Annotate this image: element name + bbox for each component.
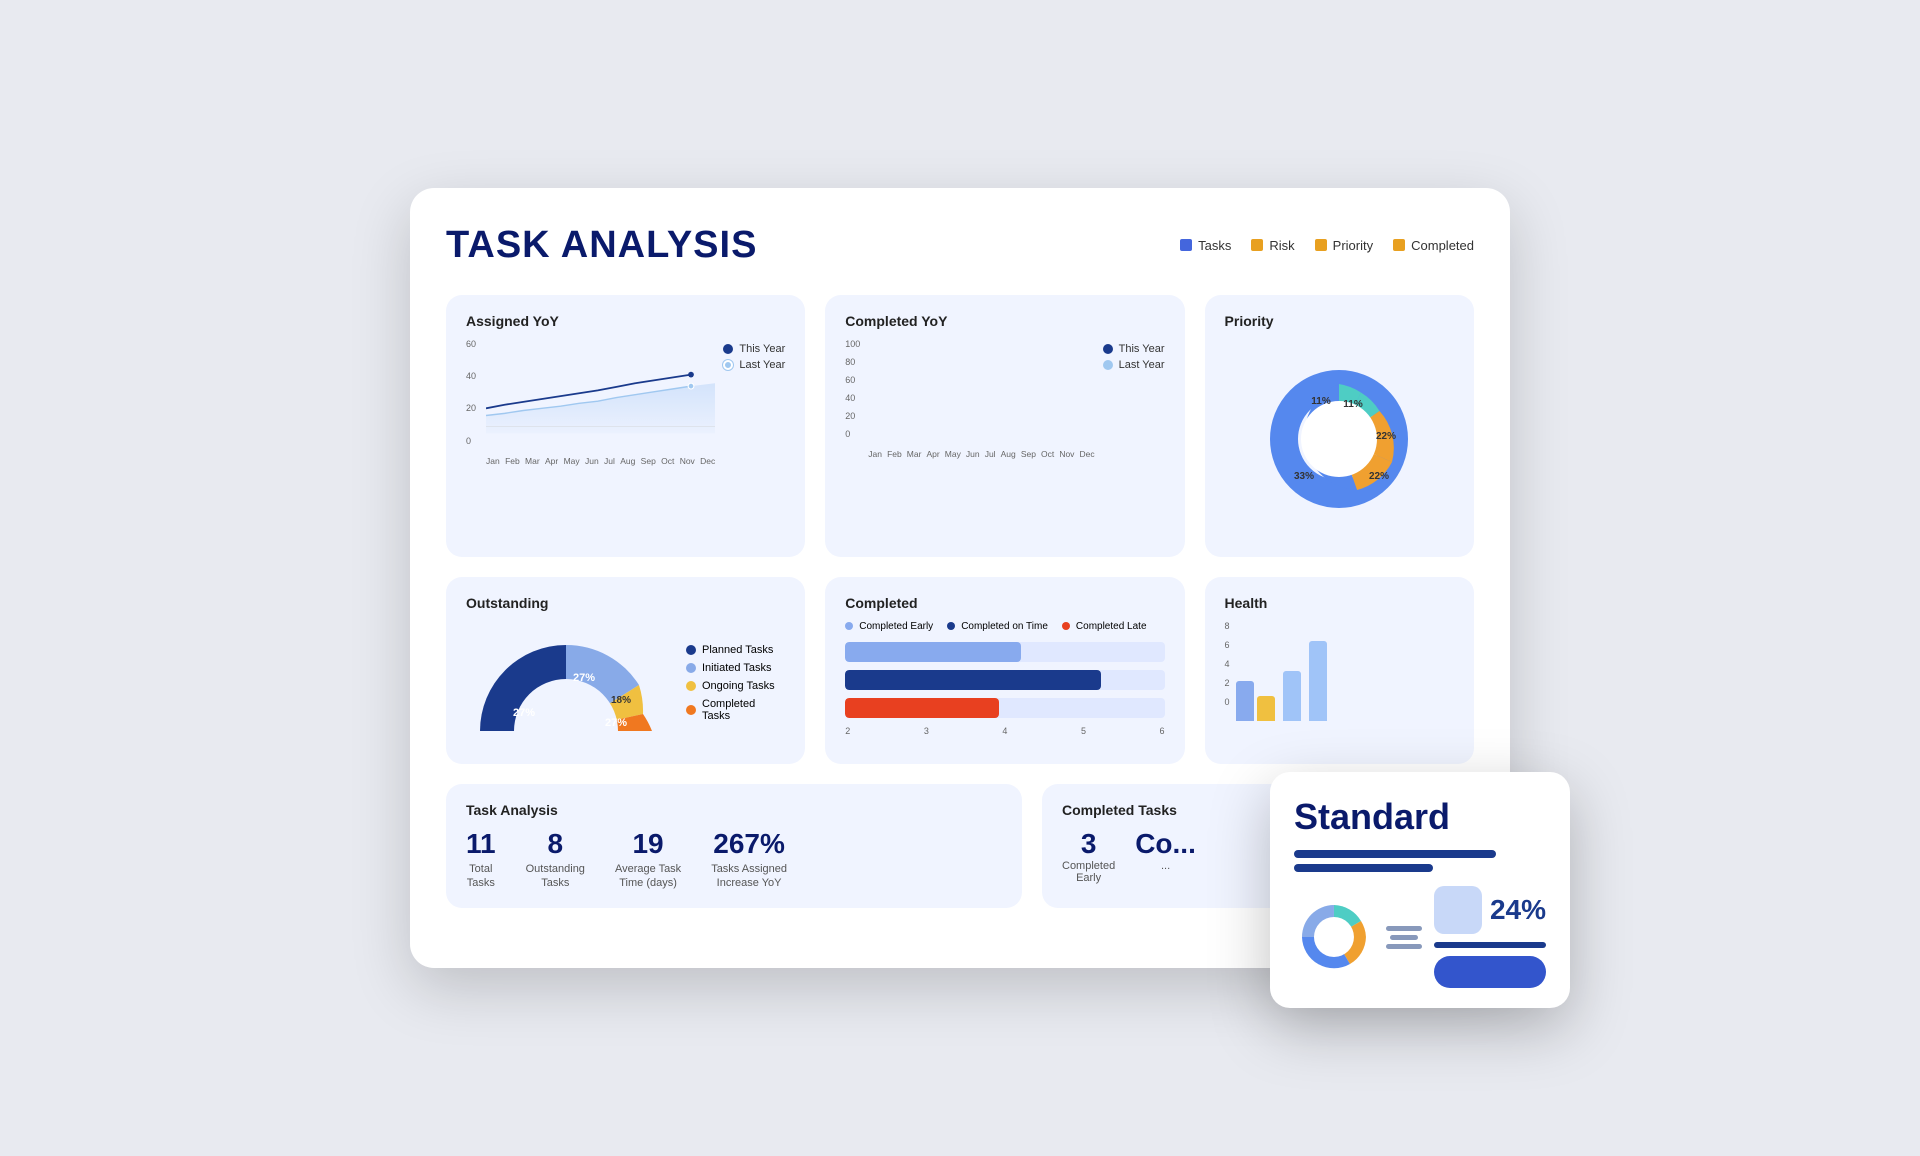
bar-row-2	[845, 670, 1164, 690]
bar-row-3	[845, 698, 1164, 718]
initiated-dot	[686, 663, 696, 673]
svg-text:27%: 27%	[605, 717, 627, 729]
bar-ontime	[845, 670, 1100, 690]
svg-text:27%: 27%	[573, 672, 595, 684]
assigned-legend: This Year Last Year	[723, 343, 785, 466]
completed-yoy-bars	[868, 339, 1094, 449]
completed-label: Completed	[1411, 238, 1474, 253]
outstanding-content: 27% 27% 18% 27% Planned Tasks	[466, 621, 785, 746]
svg-text:22%: 22%	[1369, 471, 1389, 482]
completed-yoy-panel: Completed YoY 100806040200	[825, 295, 1184, 557]
priority-label: Priority	[1333, 238, 1373, 253]
completed-tasks-dot	[686, 705, 696, 715]
tasks-dot	[1180, 239, 1192, 251]
last-year-dot	[723, 360, 733, 370]
legend-priority: Priority	[1315, 238, 1373, 253]
cyoy-this-year: This Year	[1103, 343, 1165, 355]
task-stats-row: 11 TotalTasks 8 OutstandingTasks 19 Aver…	[466, 828, 1002, 891]
legend-bar: Tasks Risk Priority Completed	[1180, 238, 1474, 253]
y-axis-health: 86420	[1225, 621, 1230, 721]
comp-stat-other: Co... ...	[1135, 828, 1196, 884]
priority-donut-svg: 11% 22% 22% 33% 11%	[1249, 349, 1429, 529]
standard-overlay-card: Standard 24%	[1270, 772, 1570, 1008]
assigned-yoy-panel: Assigned YoY 60 40 20 0	[446, 295, 805, 557]
standard-bars	[1294, 850, 1546, 872]
standard-button[interactable]	[1434, 956, 1546, 988]
health-title: Health	[1225, 595, 1454, 611]
stat-increase-yoy: 267% Tasks AssignedIncrease YoY	[711, 828, 787, 891]
risk-label: Risk	[1269, 238, 1294, 253]
standard-pct-section: 24%	[1434, 886, 1546, 988]
outstanding-legend: Planned Tasks Initiated Tasks Ongoing Ta…	[686, 644, 785, 722]
horizontal-bars	[845, 642, 1164, 718]
completed-panel: Completed Completed Early Completed on T…	[825, 577, 1184, 764]
comp-stat-early: 3 CompletedEarly	[1062, 828, 1115, 884]
priority-dot	[1315, 239, 1327, 251]
completed-x-axis: 23456	[845, 726, 1164, 736]
stat-outstanding: 8 OutstandingTasks	[526, 828, 585, 891]
row-1: Assigned YoY 60 40 20 0	[446, 295, 1474, 557]
standard-donut-svg	[1294, 897, 1374, 977]
completed-bar-legend: Completed Early Completed on Time Comple…	[845, 621, 1164, 632]
std-pct-bar	[1434, 942, 1546, 948]
assigned-line-chart	[486, 339, 715, 449]
priority-donut: 11% 22% 22% 33% 11%	[1225, 339, 1454, 539]
priority-panel: Priority	[1205, 295, 1474, 557]
standard-bottom: 24%	[1294, 886, 1546, 988]
icon-line-3	[1386, 944, 1422, 949]
health-panel: Health 86420	[1205, 577, 1474, 764]
dashboard-header: TASK ANALYSIS Tasks Risk Priority Comple…	[446, 224, 1474, 267]
assigned-yoy-title: Assigned YoY	[466, 313, 785, 329]
this-year-dot	[723, 344, 733, 354]
bar-late	[845, 698, 998, 718]
bar-row-1	[845, 642, 1164, 662]
cyoy-last-year: Last Year	[1103, 359, 1165, 371]
task-analysis-title: Task Analysis	[466, 802, 1002, 818]
risk-dot	[1251, 239, 1263, 251]
legend-last-year: Last Year	[723, 359, 785, 371]
svg-text:11%: 11%	[1344, 399, 1364, 410]
y-axis-assigned: 60 40 20 0	[466, 339, 478, 466]
std-bar-2	[1294, 864, 1433, 872]
x-axis-comp-yoy: JanFebMarAprMayJunJulAugSepOctNovDec	[868, 449, 1094, 459]
std-blue-box	[1434, 886, 1482, 934]
icon-line-1	[1386, 926, 1422, 931]
row-2: Outstanding	[446, 577, 1474, 764]
standard-card-title: Standard	[1294, 796, 1546, 838]
legend-this-year: This Year	[723, 343, 785, 355]
stat-total-tasks: 11 TotalTasks	[466, 828, 496, 891]
outstanding-title: Outstanding	[466, 595, 785, 611]
health-bars	[1236, 621, 1327, 721]
stat-avg-time: 19 Average TaskTime (days)	[615, 828, 681, 891]
legend-completed: Completed	[1393, 238, 1474, 253]
completed-title: Completed	[845, 595, 1164, 611]
completed-dot	[1393, 239, 1405, 251]
priority-title: Priority	[1225, 313, 1454, 329]
svg-text:27%: 27%	[513, 707, 535, 719]
std-bar-1	[1294, 850, 1496, 858]
legend-risk: Risk	[1251, 238, 1294, 253]
y-axis-comp-yoy: 100806040200	[845, 339, 860, 459]
outstanding-panel: Outstanding	[446, 577, 805, 764]
x-axis-assigned: JanFebMarAprMayJunJulAugSepOctNovDec	[486, 456, 715, 466]
svg-text:22%: 22%	[1376, 431, 1396, 442]
tasks-label: Tasks	[1198, 238, 1231, 253]
task-analysis-panel: Task Analysis 11 TotalTasks 8 Outstandin…	[446, 784, 1022, 909]
svg-text:33%: 33%	[1294, 471, 1314, 482]
outstanding-semi-pie: 27% 27% 18% 27%	[466, 621, 666, 746]
icon-lines-container	[1386, 926, 1422, 949]
completed-yoy-title: Completed YoY	[845, 313, 1164, 329]
comp-yoy-legend: This Year Last Year	[1103, 343, 1165, 459]
semi-pie-svg: 27% 27% 18% 27%	[466, 621, 666, 741]
bar-early	[845, 642, 1021, 662]
legend-tasks: Tasks	[1180, 238, 1231, 253]
standard-percentage: 24%	[1490, 894, 1546, 926]
svg-text:11%: 11%	[1312, 396, 1332, 407]
planned-dot	[686, 645, 696, 655]
page-title: TASK ANALYSIS	[446, 224, 757, 267]
icon-line-2	[1390, 935, 1418, 940]
svg-text:18%: 18%	[611, 695, 631, 706]
ongoing-dot	[686, 681, 696, 691]
